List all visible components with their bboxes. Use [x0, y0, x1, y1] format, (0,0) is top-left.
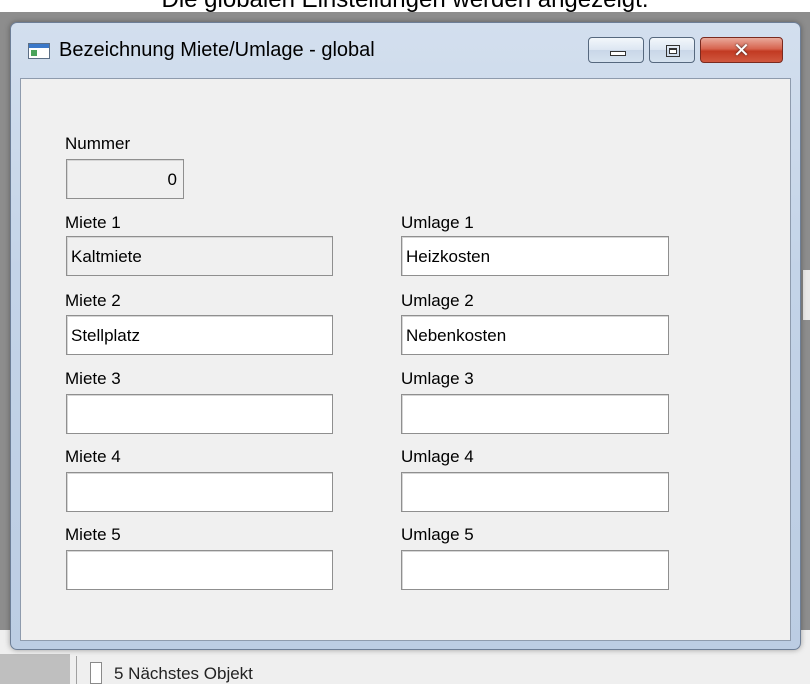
umlage-1-value: Heizkosten — [406, 247, 491, 266]
miete-5-label: Miete 5 — [65, 525, 121, 544]
caption-text-strip: Die globalen Einstellungen werden angeze… — [0, 0, 810, 12]
dialog-window: Bezeichnung Miete/Umlage - global ✕ Numm… — [10, 22, 801, 650]
miete-4-label: Miete 4 — [65, 447, 121, 466]
close-button[interactable]: ✕ — [700, 37, 783, 63]
miete-1-field[interactable]: Kaltmiete — [66, 236, 333, 276]
maximize-icon — [666, 45, 680, 57]
miete-2-value: Stellplatz — [71, 326, 140, 345]
dialog-client-area: Nummer 0 Miete 1 Kaltmiete Miete 2 Stell… — [20, 78, 791, 641]
maximize-button[interactable] — [649, 37, 695, 63]
background-gray-area — [0, 654, 70, 684]
umlage-5-label: Umlage 5 — [401, 525, 474, 544]
background-list-item: 5 Nächstes Objekt — [114, 664, 253, 683]
miete-3-label: Miete 3 — [65, 369, 121, 388]
minimize-button[interactable] — [588, 37, 644, 63]
umlage-4-field[interactable] — [401, 472, 669, 512]
miete-2-field[interactable]: Stellplatz — [66, 315, 333, 355]
nummer-label: Nummer — [65, 134, 131, 153]
background-right-edge — [802, 270, 810, 320]
window-title: Bezeichnung Miete/Umlage - global — [59, 39, 375, 61]
umlage-2-value: Nebenkosten — [406, 326, 507, 345]
miete-1-value: Kaltmiete — [71, 247, 142, 266]
nummer-value: 0 — [167, 170, 177, 189]
miete-5-field[interactable] — [66, 550, 333, 590]
title-bar[interactable]: Bezeichnung Miete/Umlage - global ✕ — [11, 23, 800, 77]
umlage-2-label: Umlage 2 — [401, 291, 474, 310]
umlage-4-label: Umlage 4 — [401, 447, 474, 466]
nummer-field[interactable]: 0 — [66, 159, 184, 199]
close-icon: ✕ — [733, 38, 750, 62]
app-icon[interactable] — [28, 43, 50, 59]
miete-4-field[interactable] — [66, 472, 333, 512]
miete-3-field[interactable] — [66, 394, 333, 434]
umlage-2-field[interactable]: Nebenkosten — [401, 315, 669, 355]
background-divider — [76, 656, 77, 684]
umlage-1-label: Umlage 1 — [401, 213, 474, 232]
miete-1-label: Miete 1 — [65, 213, 121, 232]
miete-2-label: Miete 2 — [65, 291, 121, 310]
minimize-icon — [610, 51, 626, 56]
umlage-1-field[interactable]: Heizkosten — [401, 236, 669, 276]
caption-text: Die globalen Einstellungen werden angeze… — [0, 0, 810, 12]
background-checkbox — [90, 662, 102, 684]
umlage-3-label: Umlage 3 — [401, 369, 474, 388]
umlage-3-field[interactable] — [401, 394, 669, 434]
umlage-5-field[interactable] — [401, 550, 669, 590]
